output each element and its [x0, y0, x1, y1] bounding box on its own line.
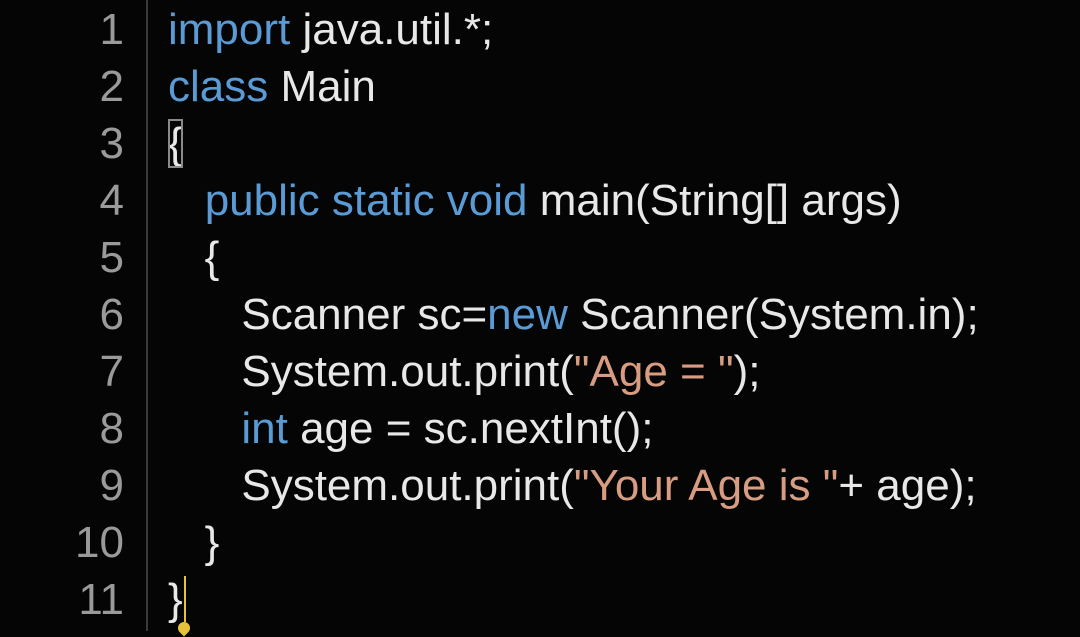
keyword-token: class [168, 62, 269, 111]
code-line[interactable]: 9 System.out.print("Your Age is "+ age); [0, 457, 1080, 514]
code-line[interactable]: 8 int age = sc.nextInt(); [0, 400, 1080, 457]
code-text[interactable]: { [168, 115, 183, 172]
line-number: 7 [99, 347, 124, 396]
code-line[interactable]: 11} [0, 571, 1080, 628]
string-token: "Age = " [573, 347, 734, 396]
code-text[interactable]: public static void main(String[] args) [168, 172, 902, 229]
line-number: 10 [75, 518, 124, 567]
code-text[interactable]: class Main [168, 58, 376, 115]
keyword-token: new [487, 290, 568, 339]
line-number: 4 [99, 176, 124, 225]
keyword-token: int [241, 404, 288, 453]
code-token: System.out.print( [168, 347, 574, 396]
code-editor[interactable]: 1 import java.util.*; 2 class Main 3{4 publi… [0, 0, 1080, 637]
code-token: ); [733, 347, 761, 396]
code-token: System.out.print( [168, 461, 574, 510]
code-text[interactable]: } [168, 514, 220, 571]
line-number: 6 [99, 290, 124, 339]
string-token: "Your Age is " [573, 461, 839, 510]
code-token: Scanner(System.in); [567, 290, 979, 339]
code-text[interactable]: import java.util.*; [168, 1, 493, 58]
code-line[interactable]: 4 public static void main(String[] args) [0, 172, 1080, 229]
code-token: age = sc.nextInt(); [287, 404, 654, 453]
line-number: 5 [99, 233, 124, 282]
line-number: 9 [99, 461, 124, 510]
code-text[interactable]: Scanner sc=new Scanner(System.in); [168, 286, 979, 343]
code-text[interactable]: { [168, 229, 220, 286]
code-token: { [168, 119, 183, 168]
line-number: 3 [99, 119, 124, 168]
line-number: 11 [78, 575, 124, 624]
code-line[interactable]: 6 Scanner sc=new Scanner(System.in); [0, 286, 1080, 343]
code-line[interactable]: 10 } [0, 514, 1080, 571]
code-token: Main [268, 62, 376, 111]
code-text[interactable]: System.out.print("Age = "); [168, 343, 760, 400]
code-line[interactable]: 3{ [0, 115, 1080, 172]
code-line[interactable]: 1 import java.util.*; [0, 1, 1080, 58]
code-line[interactable]: 2 class Main [0, 58, 1080, 115]
code-text[interactable]: System.out.print("Your Age is "+ age); [168, 457, 977, 514]
code-text[interactable]: int age = sc.nextInt(); [168, 400, 653, 457]
line-number: 8 [99, 404, 124, 453]
text-cursor [183, 576, 186, 622]
code-token: java.util.*; [290, 5, 494, 54]
line-number: 1 [99, 5, 124, 54]
code-line[interactable]: 5 { [0, 229, 1080, 286]
code-token: } [168, 575, 183, 624]
keyword-token: public static void [204, 176, 528, 225]
code-text[interactable]: } [168, 571, 186, 628]
line-number: 2 [99, 62, 124, 111]
code-token: + age); [838, 461, 977, 510]
code-token: { [168, 233, 220, 282]
code-token: } [168, 518, 220, 567]
code-token: Scanner sc= [168, 290, 488, 339]
keyword-token: import [168, 5, 291, 54]
code-token: main(String[] args) [527, 176, 902, 225]
code-line[interactable]: 7 System.out.print("Age = "); [0, 343, 1080, 400]
